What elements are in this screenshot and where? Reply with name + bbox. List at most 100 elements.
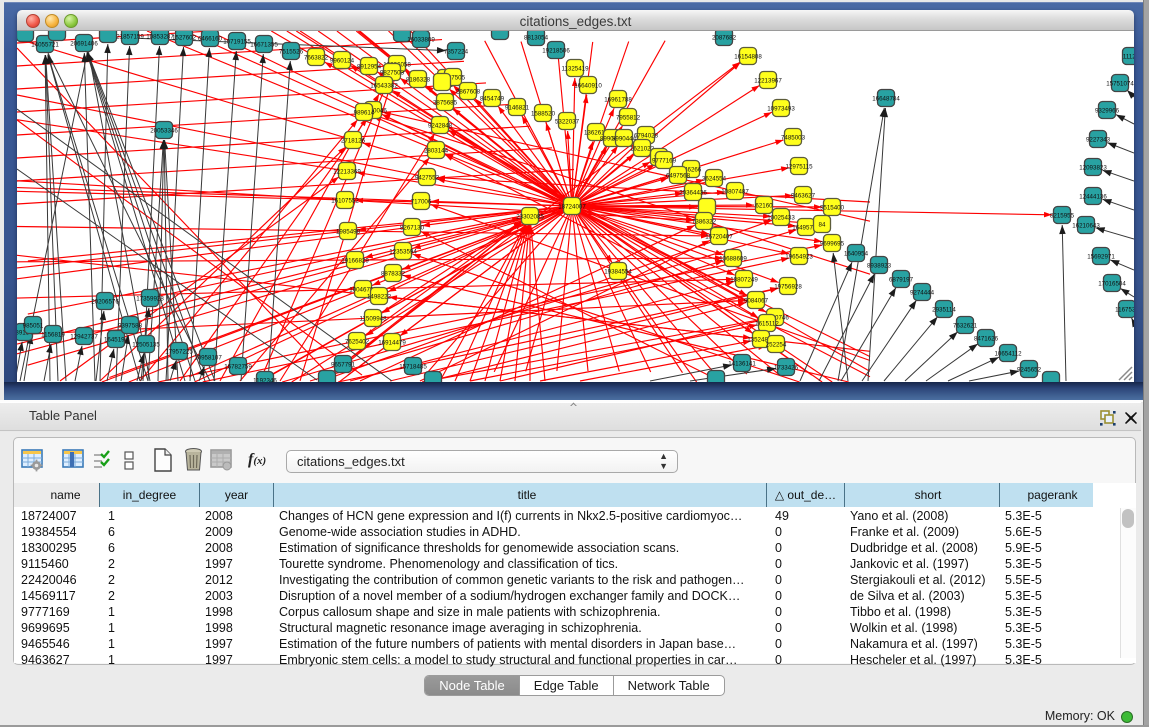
svg-text:10973493: 10973493 xyxy=(767,106,795,113)
svg-text:10025433: 10025433 xyxy=(767,215,795,222)
svg-text:2087682: 2087682 xyxy=(712,35,737,42)
svg-text:8990444: 8990444 xyxy=(612,136,637,143)
svg-text:16914479: 16914479 xyxy=(378,340,406,347)
svg-text:8813054: 8813054 xyxy=(524,35,549,42)
svg-text:9515400: 9515400 xyxy=(820,205,845,212)
svg-text:8938923: 8938923 xyxy=(867,263,892,270)
svg-text:23302085: 23302085 xyxy=(516,214,544,221)
svg-text:989614: 989614 xyxy=(354,110,375,117)
svg-text:7955812: 7955812 xyxy=(616,115,641,122)
svg-text:1640954: 1640954 xyxy=(844,251,869,258)
svg-text:1156819: 1156819 xyxy=(41,332,65,339)
svg-text:10807487: 10807487 xyxy=(721,189,749,196)
svg-text:9242848: 9242848 xyxy=(428,123,453,130)
svg-text:9777169: 9777169 xyxy=(652,158,677,165)
svg-text:12444136: 12444136 xyxy=(1079,194,1107,201)
svg-text:1733426: 1733426 xyxy=(774,365,799,372)
svg-text:9463627: 9463627 xyxy=(791,193,816,200)
svg-text:2803144: 2803144 xyxy=(424,148,449,155)
svg-text:8186328: 8186328 xyxy=(406,77,431,84)
svg-text:7515526: 7515526 xyxy=(279,49,304,56)
svg-text:10958107: 10958107 xyxy=(194,355,222,362)
svg-text:19384554: 19384554 xyxy=(604,269,632,276)
svg-text:9329966: 9329966 xyxy=(1095,108,1120,115)
svg-text:15692971: 15692971 xyxy=(1087,254,1115,261)
svg-text:6794028: 6794028 xyxy=(634,133,659,140)
svg-text:7485003: 7485003 xyxy=(781,135,806,142)
svg-text:10853287: 10853287 xyxy=(146,34,174,41)
svg-text:1645194: 1645194 xyxy=(104,337,129,344)
svg-text:19654923: 19654923 xyxy=(785,254,813,261)
svg-text:12213967: 12213967 xyxy=(754,78,782,85)
svg-text:717006: 717006 xyxy=(411,199,432,206)
svg-text:9827503: 9827503 xyxy=(380,70,405,77)
svg-text:2867608: 2867608 xyxy=(456,89,481,96)
svg-text:7386322: 7386322 xyxy=(692,219,717,226)
svg-text:10719155: 10719155 xyxy=(223,39,251,46)
svg-text:9227343: 9227343 xyxy=(1086,137,1111,144)
svg-text:12213369: 12213369 xyxy=(333,169,361,176)
svg-text:18724007: 18724007 xyxy=(558,204,586,211)
svg-text:16648784: 16648784 xyxy=(872,96,900,103)
svg-text:8267130: 8267130 xyxy=(400,225,425,232)
svg-text:9146821: 9146821 xyxy=(505,105,530,112)
svg-text:7357224: 7357224 xyxy=(444,49,469,56)
svg-text:11120: 11120 xyxy=(1123,54,1134,61)
svg-text:19756928: 19756928 xyxy=(774,284,802,291)
svg-text:20364436: 20364436 xyxy=(679,190,707,197)
svg-text:5322037: 5322037 xyxy=(555,119,580,126)
svg-text:8912954: 8912954 xyxy=(357,64,382,71)
svg-text:9657791: 9657791 xyxy=(331,362,356,369)
svg-text:9245652: 9245652 xyxy=(1017,367,1042,374)
svg-text:12942737: 12942737 xyxy=(70,334,98,341)
svg-text:9427552: 9427552 xyxy=(415,175,440,182)
svg-text:16033809: 16033809 xyxy=(407,37,435,44)
svg-text:6497568: 6497568 xyxy=(666,173,691,180)
svg-text:17957225: 17957225 xyxy=(165,349,193,356)
svg-text:17016504: 17016504 xyxy=(1098,281,1126,288)
svg-text:10688609: 10688609 xyxy=(719,256,747,263)
svg-text:16640910: 16640910 xyxy=(574,83,602,90)
svg-text:9274444: 9274444 xyxy=(910,290,935,297)
svg-text:15720407: 15720407 xyxy=(705,234,733,241)
svg-text:12975115: 12975115 xyxy=(785,164,813,171)
svg-text:6879197: 6879197 xyxy=(889,277,914,284)
svg-text:9960124: 9960124 xyxy=(330,58,355,65)
svg-text:12353594: 12353594 xyxy=(389,249,417,256)
svg-text:1527602: 1527602 xyxy=(172,35,197,42)
svg-text:19218506: 19218506 xyxy=(542,48,570,55)
svg-text:16671355: 16671355 xyxy=(250,42,278,49)
svg-text:20053346: 20053346 xyxy=(150,128,178,135)
svg-text:6466160: 6466160 xyxy=(198,36,223,43)
svg-text:18807249: 18807249 xyxy=(730,277,758,284)
svg-text:252254: 252254 xyxy=(766,342,787,349)
svg-text:14055721: 14055721 xyxy=(31,42,59,49)
svg-text:62160: 62160 xyxy=(755,203,773,210)
svg-text:2935114: 2935114 xyxy=(932,307,956,314)
svg-text:8878332: 8878332 xyxy=(381,271,406,278)
svg-text:1985498: 1985498 xyxy=(336,229,361,236)
svg-text:2718126: 2718126 xyxy=(341,138,366,145)
svg-text:11509948: 11509948 xyxy=(359,316,387,323)
svg-text:14136141: 14136141 xyxy=(728,361,756,368)
svg-text:9699695: 9699695 xyxy=(820,241,845,248)
svg-text:12505135: 12505135 xyxy=(132,342,160,349)
svg-text:3875685: 3875685 xyxy=(433,100,458,107)
svg-text:1167534: 1167534 xyxy=(1115,307,1134,314)
svg-text:7632621: 7632621 xyxy=(953,323,978,330)
svg-text:1615112: 1615112 xyxy=(755,321,779,328)
svg-text:16782759: 16782759 xyxy=(224,364,252,371)
svg-text:8471626: 8471626 xyxy=(974,336,999,343)
svg-text:16107552: 16107552 xyxy=(331,198,359,205)
svg-text:8454749: 8454749 xyxy=(480,96,505,103)
svg-text:15751074: 15751074 xyxy=(1106,81,1134,88)
svg-text:985051: 985051 xyxy=(23,323,44,330)
svg-text:1588520: 1588520 xyxy=(531,111,556,118)
svg-text:17359928: 17359928 xyxy=(136,296,164,303)
svg-text:11325419: 11325419 xyxy=(561,66,589,73)
svg-text:10654112: 10654112 xyxy=(994,351,1022,358)
svg-text:16543382: 16543382 xyxy=(370,83,398,90)
svg-text:19166829: 19166829 xyxy=(341,258,369,265)
svg-text:21857159: 21857159 xyxy=(116,34,144,41)
svg-text:8215955: 8215955 xyxy=(1050,213,1075,220)
